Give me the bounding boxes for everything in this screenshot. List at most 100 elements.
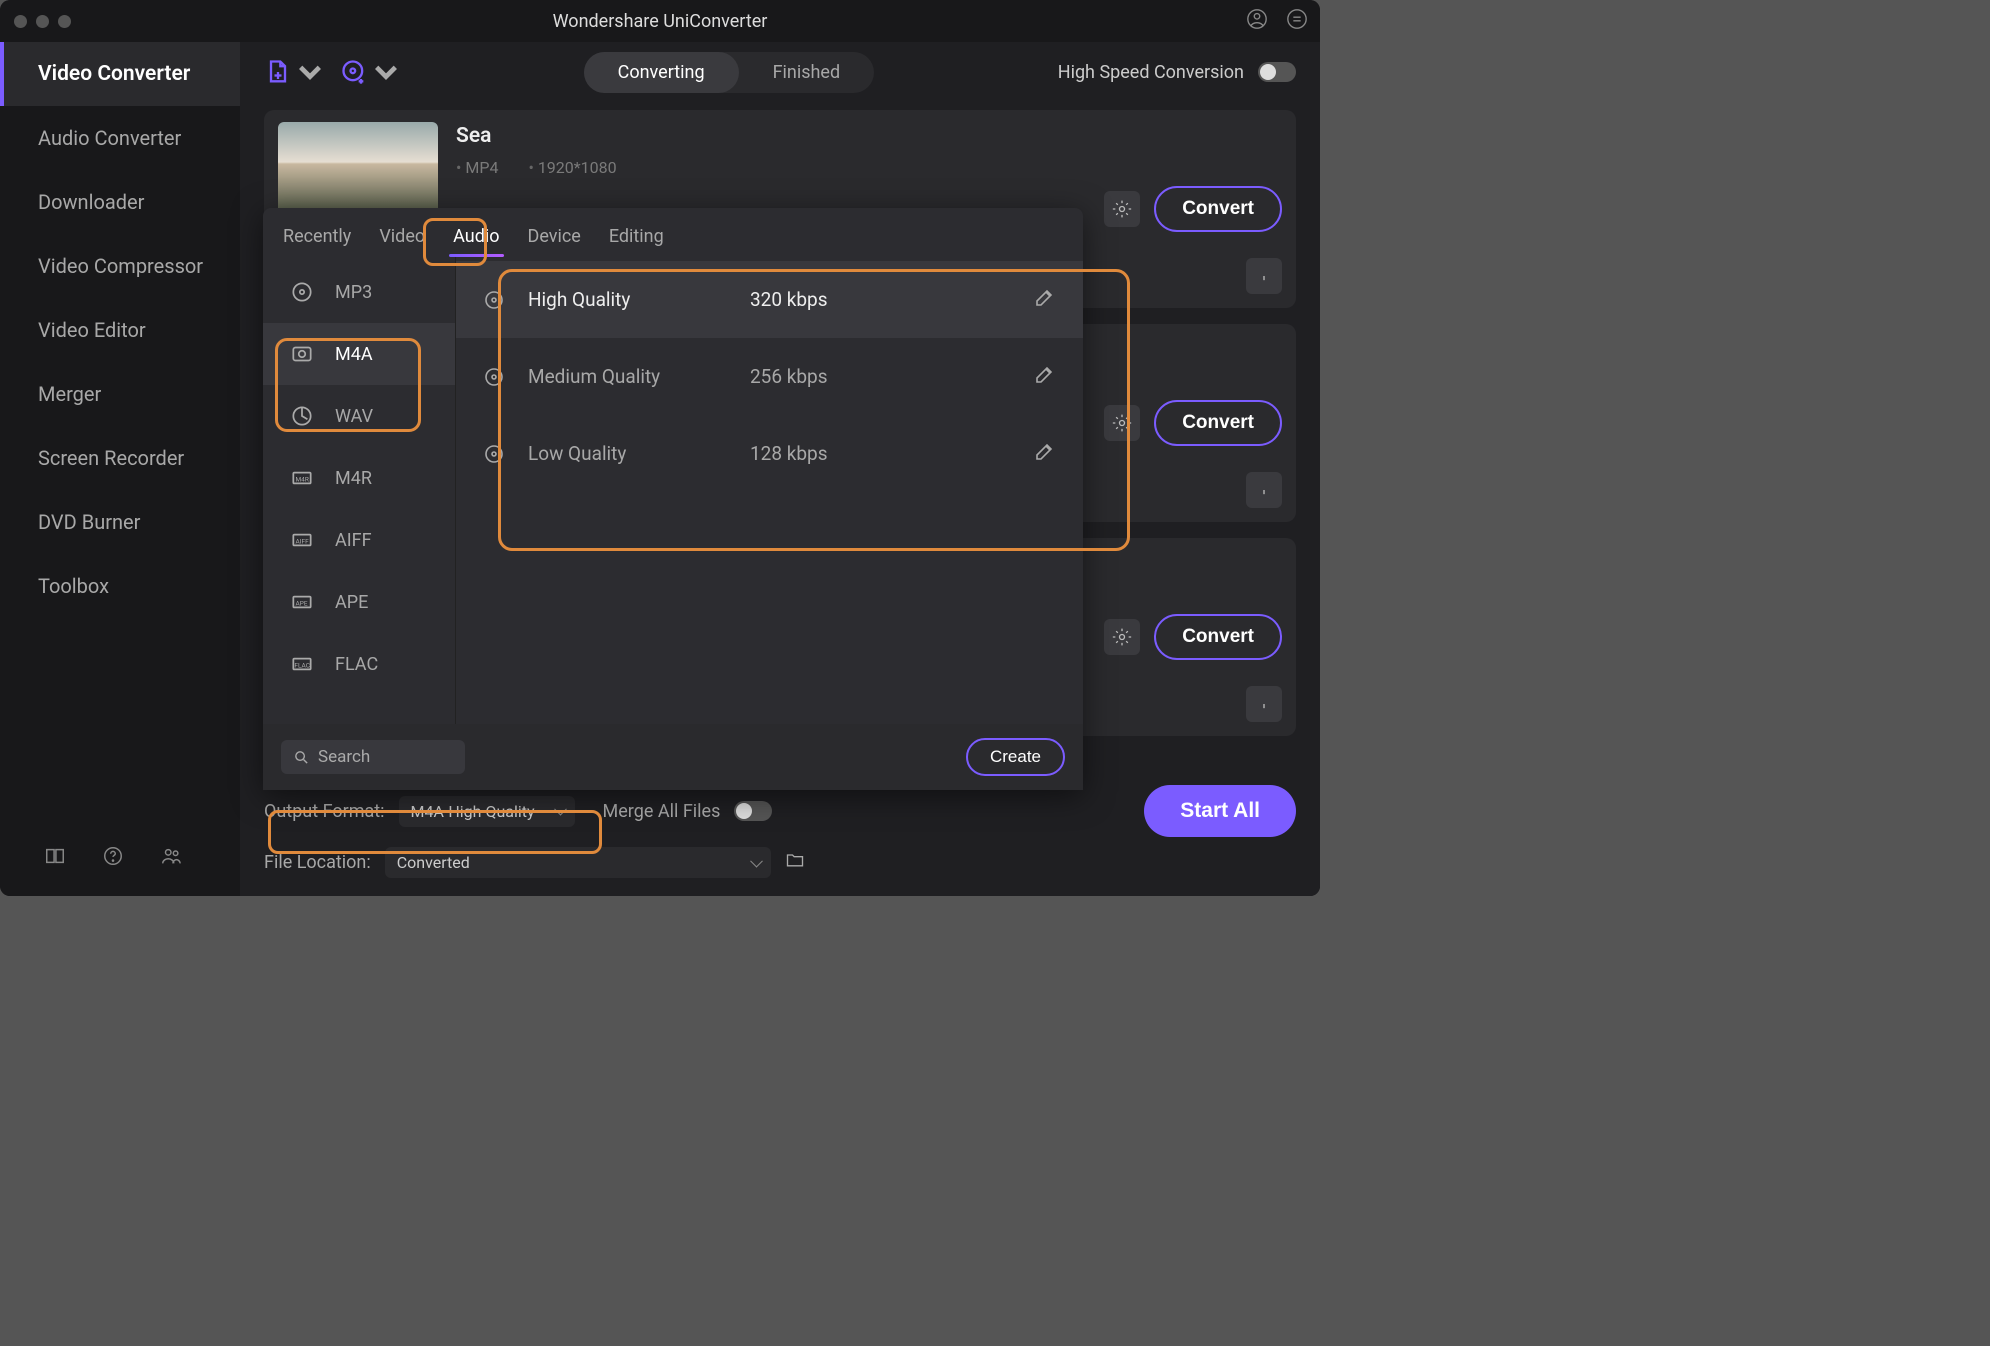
- convert-button[interactable]: Convert: [1154, 400, 1282, 446]
- edit-icon[interactable]: [1033, 362, 1057, 391]
- tab-label: Converting: [618, 62, 705, 83]
- output-format-value: M4A-High Quality: [411, 802, 535, 821]
- file-resolution: 1920*1080: [528, 158, 616, 177]
- edit-icon[interactable]: [1033, 439, 1057, 468]
- format-aiff[interactable]: AIFF AIFF: [263, 509, 455, 571]
- convert-label: Convert: [1182, 412, 1254, 433]
- sidebar-item-toolbox[interactable]: Toolbox: [0, 554, 240, 618]
- sidebar-item-video-converter[interactable]: Video Converter: [0, 42, 240, 106]
- popup-tab-recently[interactable]: Recently: [279, 222, 355, 257]
- format-list: MP3 M4A WAV M4RM4R AIFFAIFF APEAPE FLACF…: [263, 257, 456, 724]
- format-m4a[interactable]: M4A: [263, 323, 455, 385]
- sidebar-item-label: Video Editor: [38, 318, 146, 342]
- popup-tab-label: Editing: [609, 226, 664, 247]
- quality-low[interactable]: Low Quality 128 kbps: [456, 415, 1083, 492]
- svg-text:APE: APE: [296, 599, 308, 607]
- sidebar-item-label: Screen Recorder: [38, 446, 184, 470]
- file-format: MP4: [456, 158, 498, 177]
- book-icon[interactable]: [44, 845, 66, 872]
- search-icon: [293, 749, 310, 766]
- high-speed-toggle[interactable]: [1258, 62, 1296, 82]
- users-icon[interactable]: [160, 845, 182, 872]
- create-button[interactable]: Create: [966, 738, 1065, 776]
- format-label: APE: [335, 592, 368, 613]
- output-format-label: Output Format:: [264, 801, 385, 822]
- svg-text:AIFF: AIFF: [296, 537, 310, 545]
- info-icon[interactable]: [1246, 472, 1282, 508]
- quality-high[interactable]: High Quality 320 kbps: [456, 261, 1083, 338]
- popup-tab-editing[interactable]: Editing: [605, 222, 668, 257]
- sidebar-item-label: Merger: [38, 382, 101, 406]
- sidebar-item-dvd-burner[interactable]: DVD Burner: [0, 490, 240, 554]
- account-icon[interactable]: [1246, 8, 1268, 35]
- format-popup: Recently Video Audio Device Editing MP3 …: [263, 208, 1083, 790]
- tab-converting[interactable]: Converting: [584, 52, 739, 93]
- sidebar-item-audio-converter[interactable]: Audio Converter: [0, 106, 240, 170]
- format-wav[interactable]: WAV: [263, 385, 455, 447]
- settings-icon[interactable]: [1104, 191, 1140, 227]
- sidebar-item-merger[interactable]: Merger: [0, 362, 240, 426]
- format-m4r[interactable]: M4RM4R: [263, 447, 455, 509]
- add-file-button[interactable]: [264, 58, 324, 86]
- sidebar-item-label: Video Compressor: [38, 254, 203, 278]
- popup-tab-label: Audio: [453, 226, 499, 247]
- tab-finished[interactable]: Finished: [739, 52, 875, 93]
- format-mp3[interactable]: MP3: [263, 261, 455, 323]
- info-icon[interactable]: [1246, 258, 1282, 294]
- folder-icon[interactable]: [785, 850, 805, 875]
- file-meta: MP4 1920*1080: [456, 158, 1086, 177]
- sidebar-item-label: Video Converter: [38, 62, 190, 86]
- sidebar-item-video-compressor[interactable]: Video Compressor: [0, 234, 240, 298]
- merge-toggle[interactable]: [734, 801, 772, 821]
- status-tabs: Converting Finished: [584, 52, 874, 93]
- popup-tabs: Recently Video Audio Device Editing: [263, 208, 1083, 257]
- convert-button[interactable]: Convert: [1154, 614, 1282, 660]
- svg-text:FLAC: FLAC: [294, 661, 310, 669]
- sidebar: Video Converter Audio Converter Download…: [0, 42, 240, 896]
- titlebar: Wondershare UniConverter: [0, 0, 1320, 42]
- disc-icon: [482, 442, 506, 466]
- high-speed-label: High Speed Conversion: [1058, 62, 1244, 83]
- file-location-dropdown[interactable]: Converted: [385, 847, 771, 878]
- merge-label: Merge All Files: [603, 801, 721, 822]
- quality-list: High Quality 320 kbps Medium Quality 256…: [456, 257, 1083, 724]
- menu-icon[interactable]: [1286, 8, 1308, 35]
- chevron-down-icon: [372, 58, 400, 86]
- format-label: WAV: [335, 406, 373, 427]
- convert-label: Convert: [1182, 626, 1254, 647]
- format-label: AIFF: [335, 530, 372, 551]
- info-icon[interactable]: [1246, 686, 1282, 722]
- popup-tab-audio[interactable]: Audio: [449, 222, 503, 257]
- format-ape[interactable]: APE APE: [263, 571, 455, 633]
- add-disc-button[interactable]: [340, 58, 400, 86]
- convert-button[interactable]: Convert: [1154, 186, 1282, 232]
- start-all-button[interactable]: Start All: [1144, 785, 1296, 837]
- search-input[interactable]: Search: [281, 740, 465, 774]
- sidebar-item-screen-recorder[interactable]: Screen Recorder: [0, 426, 240, 490]
- app-title: Wondershare UniConverter: [0, 11, 1320, 32]
- popup-tab-video[interactable]: Video: [375, 222, 429, 257]
- sidebar-item-downloader[interactable]: Downloader: [0, 170, 240, 234]
- format-label: M4A: [335, 344, 373, 365]
- format-label: FLAC: [335, 654, 378, 675]
- search-placeholder: Search: [318, 747, 370, 767]
- sidebar-item-video-editor[interactable]: Video Editor: [0, 298, 240, 362]
- popup-footer: Search Create: [263, 724, 1083, 790]
- video-thumbnail[interactable]: [278, 122, 438, 222]
- convert-label: Convert: [1182, 198, 1254, 219]
- settings-icon[interactable]: [1104, 405, 1140, 441]
- quality-rate: 128 kbps: [750, 442, 828, 465]
- popup-tab-device[interactable]: Device: [524, 222, 585, 257]
- output-format-dropdown[interactable]: M4A-High Quality: [399, 796, 575, 827]
- settings-icon[interactable]: [1104, 619, 1140, 655]
- file-location-label: File Location:: [264, 852, 371, 873]
- format-flac[interactable]: FLAC FLAC: [263, 633, 455, 695]
- sidebar-item-label: Toolbox: [38, 574, 109, 598]
- file-location-value: Converted: [397, 853, 470, 872]
- quality-medium[interactable]: Medium Quality 256 kbps: [456, 338, 1083, 415]
- sidebar-item-label: Downloader: [38, 190, 144, 214]
- help-icon[interactable]: [102, 845, 124, 872]
- edit-icon[interactable]: [1033, 285, 1057, 314]
- popup-tab-label: Recently: [283, 226, 351, 247]
- chevron-down-icon: [296, 58, 324, 86]
